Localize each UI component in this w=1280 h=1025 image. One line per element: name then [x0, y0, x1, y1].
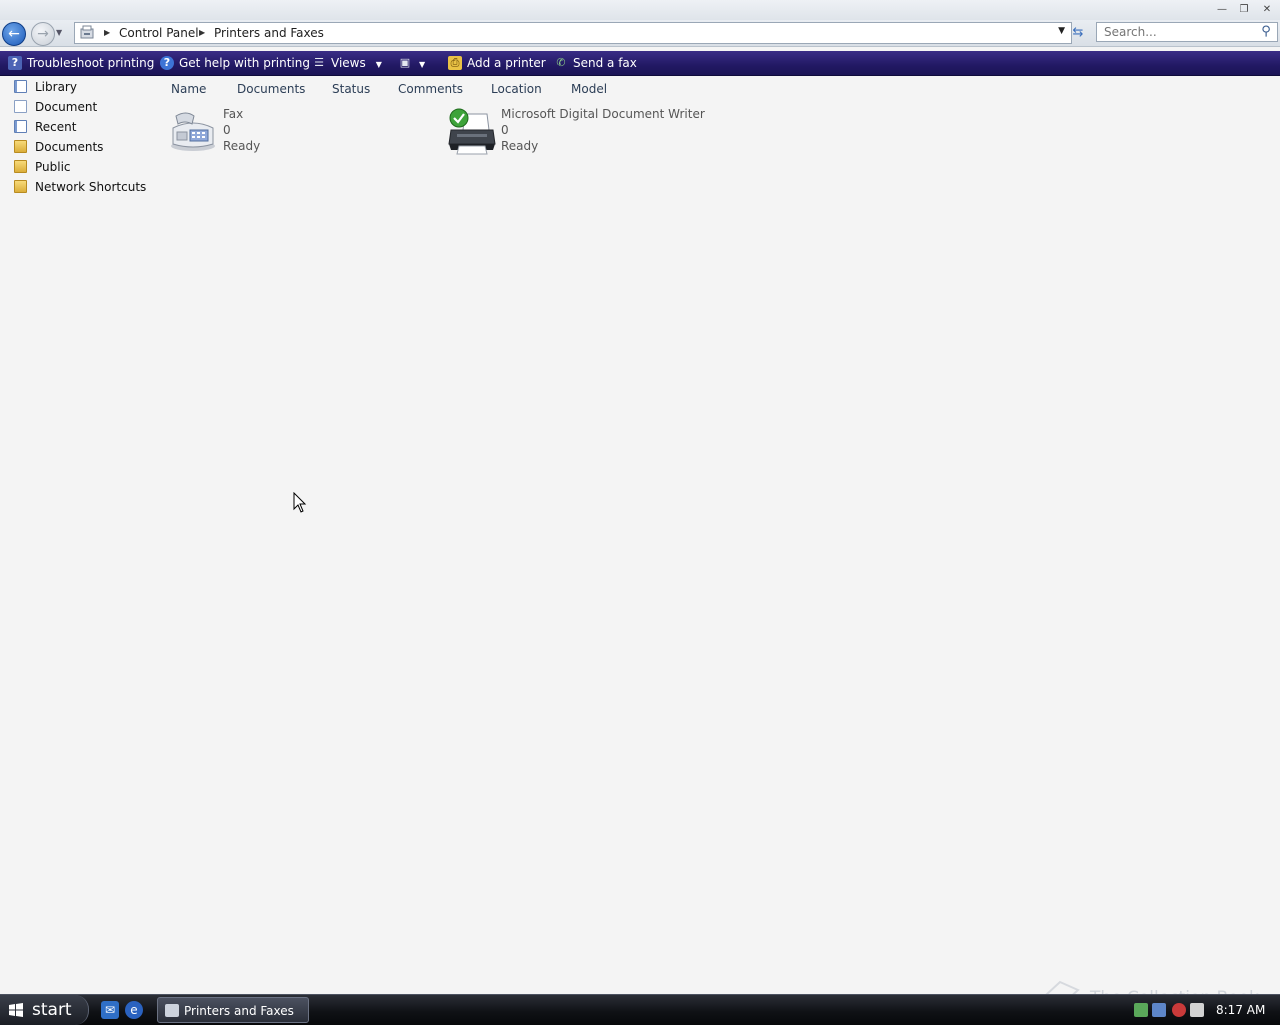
- address-dropdown-icon[interactable]: ▼: [1058, 26, 1065, 36]
- views-button[interactable]: ☰ Views ▼: [312, 51, 382, 75]
- volume-tray-icon[interactable]: [1190, 1003, 1204, 1017]
- column-header-comments[interactable]: Comments: [398, 80, 463, 98]
- nav-item-label: Library: [35, 80, 77, 94]
- send-fax-icon: ✆: [556, 55, 566, 69]
- search-icon[interactable]: ⚲: [1258, 24, 1274, 40]
- mouse-cursor-icon: [293, 492, 307, 513]
- breadcrumb-separator-icon[interactable]: ▶: [104, 25, 110, 41]
- printer-status: Ready: [501, 139, 539, 153]
- security-shield-icon[interactable]: [1172, 1003, 1186, 1017]
- get-help-printing-button[interactable]: ? Get help with printing: [160, 51, 310, 75]
- command-bar: ? Troubleshoot printing ? Get help with pr…: [0, 51, 1280, 76]
- taskbar-button-printers-and-faxes[interactable]: Printers and Faxes: [157, 997, 309, 1023]
- nav-item-label: Document: [35, 100, 98, 114]
- printer-documents-count: 0: [501, 123, 509, 137]
- nav-item-document[interactable]: Document: [14, 98, 97, 116]
- recent-icon: [14, 120, 27, 133]
- printer-status: Ready: [223, 139, 261, 153]
- column-header-status[interactable]: Status: [332, 80, 370, 98]
- history-dropdown-icon[interactable]: ▼: [56, 26, 66, 40]
- fax-icon: [171, 112, 215, 151]
- layout-dropdown-icon[interactable]: ▼: [419, 60, 425, 69]
- nav-item-public[interactable]: Public: [14, 158, 71, 176]
- refresh-icon[interactable]: ⇆: [1069, 24, 1087, 42]
- send-fax-button[interactable]: ✆ Send a fax: [554, 51, 637, 75]
- troubleshoot-icon: ?: [8, 55, 22, 70]
- network-tray-icon[interactable]: [1134, 1003, 1148, 1017]
- document-icon: [14, 100, 27, 113]
- quick-launch-internet-explorer-icon[interactable]: e: [125, 1001, 143, 1019]
- nav-item-label: Documents: [35, 140, 104, 154]
- add-printer-button[interactable]: ⎙ Add a printer: [448, 51, 546, 75]
- views-icon: ☰: [314, 55, 324, 69]
- printer-item-fax[interactable]: Fax 0 Ready: [168, 106, 418, 160]
- clock[interactable]: 8:17 AM: [1216, 995, 1265, 1025]
- window-title-bar: — ❐ ✕: [0, 0, 1280, 20]
- folder-icon: [14, 140, 27, 153]
- forward-button[interactable]: →: [31, 22, 55, 46]
- column-header-location[interactable]: Location: [491, 80, 542, 98]
- add-printer-icon: ⎙: [448, 55, 462, 70]
- troubleshoot-label: Troubleshoot printing: [27, 56, 155, 70]
- layout-button[interactable]: ▣ ▼: [398, 51, 425, 75]
- breadcrumb-control-panel[interactable]: Control Panel: [119, 25, 199, 41]
- printer-item-microsoft-digital-document-writer[interactable]: Microsoft Digital Document Writer 0 Read…: [447, 106, 707, 160]
- nav-item-label: Recent: [35, 120, 77, 134]
- search-box[interactable]: ⚲: [1096, 22, 1278, 42]
- default-printer-check-icon: [449, 108, 469, 128]
- folder-icon: [14, 180, 27, 193]
- views-label: Views: [331, 56, 366, 70]
- restore-button[interactable]: ❐: [1234, 2, 1254, 17]
- nav-item-label: Network Shortcuts: [35, 180, 147, 194]
- views-dropdown-icon[interactable]: ▼: [376, 60, 382, 69]
- printer-list-view: Name Documents Status Comments Location …: [160, 76, 1280, 992]
- display-tray-icon[interactable]: [1152, 1003, 1166, 1017]
- printer-window-icon: [165, 1004, 179, 1017]
- windows-logo-icon: [9, 1003, 23, 1017]
- breadcrumb-separator-icon[interactable]: ▶: [199, 25, 205, 41]
- control-panel-icon: [80, 25, 94, 39]
- navigation-bar: ← → ▼ ▶ Control Panel ▶ Printers and Fax…: [0, 20, 1280, 47]
- start-label: start: [32, 1000, 72, 1020]
- library-icon: [14, 80, 27, 93]
- back-button[interactable]: ←: [2, 22, 26, 46]
- add-printer-label: Add a printer: [467, 56, 546, 70]
- help-icon: ?: [160, 55, 174, 70]
- nav-item-network-shortcuts[interactable]: Network Shortcuts: [14, 178, 146, 196]
- printer-name: Microsoft Digital Document Writer: [501, 107, 705, 121]
- search-input[interactable]: [1097, 23, 1254, 41]
- send-fax-label: Send a fax: [573, 56, 637, 70]
- taskbar: start ✉ e Printers and Faxes 8:17 AM: [0, 994, 1280, 1025]
- nav-item-label: Public: [35, 160, 71, 174]
- system-tray: 8:17 AM: [1128, 995, 1280, 1025]
- folder-icon: [14, 160, 27, 173]
- close-button[interactable]: ✕: [1257, 2, 1277, 17]
- nav-item-recent[interactable]: Recent: [14, 118, 76, 136]
- layout-icon: ▣: [399, 55, 411, 69]
- nav-item-documents[interactable]: Documents: [14, 138, 103, 156]
- get-help-label: Get help with printing: [179, 56, 310, 70]
- start-button[interactable]: start: [0, 995, 89, 1025]
- address-bar[interactable]: ▶ Control Panel ▶ Printers and Faxes ▼: [74, 22, 1072, 44]
- nav-item-library[interactable]: Library: [14, 78, 77, 96]
- printer-documents-count: 0: [223, 123, 231, 137]
- column-header-documents[interactable]: Documents: [237, 80, 305, 98]
- quick-launch-outlook-icon[interactable]: ✉: [101, 1001, 119, 1019]
- troubleshoot-printing-button[interactable]: ? Troubleshoot printing: [8, 51, 154, 75]
- taskbar-button-label: Printers and Faxes: [184, 1004, 294, 1018]
- breadcrumb-printers-and-faxes[interactable]: Printers and Faxes: [214, 25, 324, 41]
- minimize-button[interactable]: —: [1212, 2, 1232, 17]
- printer-name: Fax: [223, 107, 244, 121]
- favorite-links-pane: Library Document Recent Documents Public…: [0, 76, 160, 992]
- column-header-model[interactable]: Model: [571, 80, 607, 98]
- column-header-name[interactable]: Name: [171, 80, 206, 98]
